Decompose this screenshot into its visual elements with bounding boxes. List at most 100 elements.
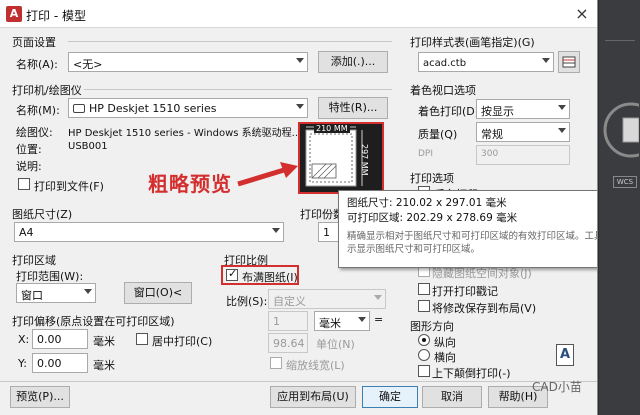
- plot-preview: 210 MM 297 MM: [298, 122, 384, 194]
- background-divider: [605, 40, 635, 41]
- offset-x-label: X:: [18, 333, 30, 346]
- chevron-down-icon: [358, 317, 366, 322]
- plot-style-value: acad.ctb: [423, 58, 467, 69]
- apply-to-layout-button[interactable]: 应用到布局(U): [270, 386, 356, 408]
- scale-value-1-input[interactable]: 1: [268, 311, 308, 331]
- chevron-down-icon: [558, 128, 566, 133]
- offset-y-unit: 毫米: [93, 359, 115, 372]
- location-value: USB001: [68, 141, 108, 152]
- copies-input[interactable]: 1: [318, 222, 340, 242]
- printer-name-value: HP Deskjet 1510 series: [89, 102, 217, 115]
- background-app-panel: WCS: [599, 0, 640, 415]
- scale-lineweights-label: 缩放线宽(L): [286, 359, 345, 372]
- watermark-text: CAD小苗: [532, 380, 582, 394]
- upside-down-label: 上下颠倒打印(-): [432, 367, 511, 380]
- landscape-radio[interactable]: [418, 349, 430, 361]
- scale-value: 自定义: [273, 295, 306, 308]
- print-to-file-label: 打印到文件(F): [34, 180, 104, 193]
- orientation-group-label: 图形方向: [410, 320, 454, 333]
- fit-to-paper-checkbox[interactable]: [226, 267, 238, 281]
- viewcube-icon: [603, 102, 639, 158]
- portrait-label: 纵向: [434, 336, 456, 349]
- page-setup-name-select[interactable]: <无>: [68, 52, 308, 72]
- plot-style-select[interactable]: acad.ctb: [418, 52, 554, 72]
- preview-height-label: 297 MM: [360, 144, 369, 176]
- preview-width-label: 210 MM: [314, 124, 350, 133]
- scale-lineweights-checkbox[interactable]: [270, 357, 282, 369]
- description-label: 说明:: [16, 160, 42, 173]
- offset-x-input[interactable]: 0.00: [32, 329, 88, 349]
- window-pick-button[interactable]: 窗口(O)<: [124, 282, 192, 304]
- plot-offset-group-label: 打印偏移(原点设置在可打印区域): [12, 315, 175, 328]
- plot-range-label: 打印范围(W):: [16, 270, 84, 283]
- edit-plot-style-button[interactable]: [558, 51, 580, 73]
- window-title: 打印 - 模型: [26, 9, 86, 23]
- scale-select[interactable]: 自定义: [268, 289, 386, 309]
- orientation-preview-icon: A: [556, 344, 574, 366]
- plot-stamp-checkbox[interactable]: [418, 283, 430, 295]
- offset-y-label: Y:: [18, 357, 27, 370]
- paper-size-value: A4: [19, 226, 34, 239]
- plotter-value: HP Deskjet 1510 series - Windows 系统驱动程..…: [68, 128, 302, 139]
- chevron-down-icon: [374, 295, 382, 300]
- scale-value-2-input[interactable]: 98.64: [268, 333, 308, 353]
- page-setup-divider: [68, 41, 392, 42]
- plot-area-group-label: 打印区域: [12, 254, 56, 267]
- dpi-label: DPI: [418, 149, 434, 159]
- preview-sheet-graphic: [305, 126, 363, 187]
- ok-button[interactable]: 确定: [362, 386, 418, 408]
- chevron-down-icon: [542, 58, 550, 63]
- shade-plot-value: 按显示: [481, 105, 514, 118]
- plot-style-group-label: 打印样式表(画笔指定)(G): [410, 36, 535, 49]
- printer-name-select[interactable]: HP Deskjet 1510 series: [68, 98, 308, 118]
- preview-tooltip: 图纸尺寸: 210.02 x 297.01 毫米 可打印区域: 202.29 x…: [338, 190, 598, 268]
- scale-equals: =: [374, 313, 384, 326]
- location-label: 位置:: [16, 143, 42, 156]
- plot-range-select[interactable]: 窗口: [16, 283, 96, 303]
- shaded-viewport-group-label: 着色视口选项: [410, 84, 476, 97]
- chevron-down-icon: [558, 105, 566, 110]
- preview-button[interactable]: 预览(P)...: [10, 386, 70, 408]
- scale-unit-value: 毫米: [319, 317, 341, 330]
- page-setup-group-label: 页面设置: [12, 36, 56, 49]
- close-button[interactable]: ×: [572, 4, 592, 24]
- fit-to-paper-label: 布满图纸(I): [242, 271, 298, 284]
- print-to-file-checkbox[interactable]: [18, 178, 30, 190]
- chevron-down-icon: [272, 228, 280, 233]
- wcs-badge: WCS: [613, 176, 637, 188]
- tooltip-description: 精确显示相对于图纸尺寸和可打印区域的有效打印区域。工具提示显示图纸尺寸和可打印区…: [347, 231, 598, 255]
- chevron-down-icon: [84, 289, 92, 294]
- autocad-app-icon: A: [6, 6, 22, 22]
- quality-label: 质量(Q): [418, 128, 458, 141]
- quality-select[interactable]: 常规: [476, 122, 570, 142]
- shade-plot-select[interactable]: 按显示: [476, 99, 570, 119]
- center-plot-checkbox[interactable]: [136, 333, 148, 345]
- shade-plot-label: 着色打印(D): [418, 105, 480, 118]
- quality-value: 常规: [481, 128, 503, 141]
- chevron-down-icon: [296, 58, 304, 63]
- chevron-down-icon: [296, 104, 304, 109]
- dpi-input[interactable]: 300: [476, 145, 570, 165]
- save-to-layout-checkbox[interactable]: [418, 300, 430, 312]
- landscape-label: 横向: [434, 351, 456, 364]
- upside-down-checkbox[interactable]: [418, 365, 430, 377]
- paper-size-group-label: 图纸尺寸(Z): [12, 208, 73, 221]
- printer-group-label: 打印机/绘图仪: [12, 84, 82, 97]
- printer-divider: [84, 89, 392, 90]
- paper-size-select[interactable]: A4: [14, 222, 284, 242]
- portrait-radio[interactable]: [418, 334, 430, 346]
- add-page-setup-button[interactable]: 添加(.)...: [318, 51, 388, 73]
- cancel-button[interactable]: 取消: [422, 386, 482, 408]
- footer-divider: [0, 381, 597, 382]
- scale-unit-select[interactable]: 毫米: [314, 311, 370, 331]
- printer-properties-button[interactable]: 特性(R)...: [318, 97, 388, 119]
- scale-label: 比例(S):: [226, 295, 268, 308]
- offset-y-input[interactable]: 0.00: [32, 353, 88, 373]
- annotation-arrow-icon: [237, 162, 298, 187]
- save-to-layout-label: 将修改保存到布局(V): [432, 302, 537, 315]
- plot-stamp-label: 打开打印戳记: [432, 285, 498, 298]
- page-setup-name-label: 名称(A):: [16, 58, 58, 71]
- page-setup-name-value: <无>: [73, 58, 103, 71]
- tooltip-printable-area: 可打印区域: 202.29 x 278.69 毫米: [347, 212, 518, 224]
- plot-options-group-label: 打印选项: [410, 172, 454, 185]
